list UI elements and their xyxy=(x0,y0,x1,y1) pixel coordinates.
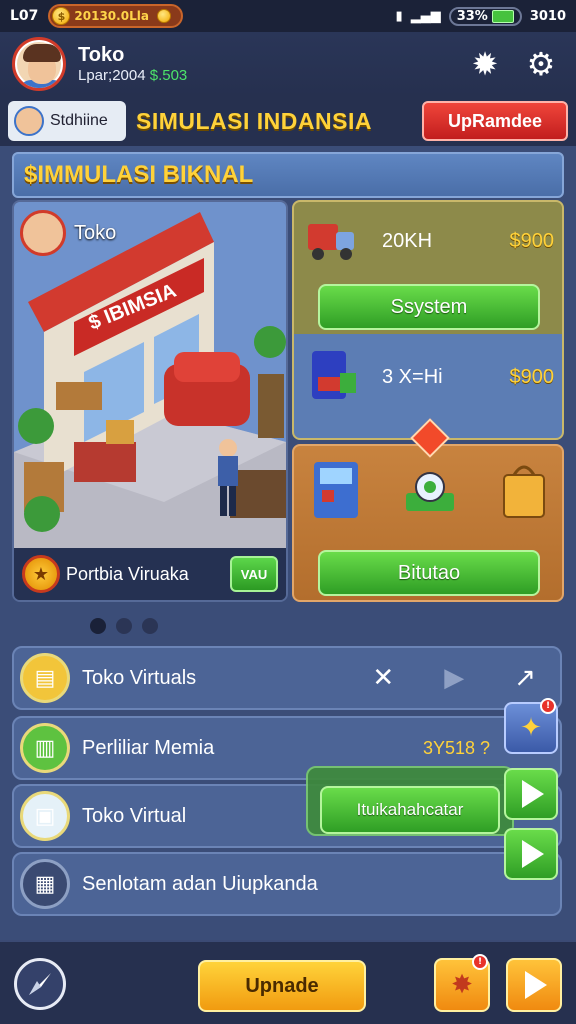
item-price: $900 xyxy=(509,229,555,252)
store-name: Toko xyxy=(74,221,117,244)
status-left-text: L07 xyxy=(10,8,39,24)
coin-balance-text: 20130.0Lla xyxy=(74,9,149,23)
play-icon xyxy=(522,840,544,868)
medal-icon: ★ xyxy=(22,555,60,593)
store-header: Toko xyxy=(20,210,116,256)
shop-item-row[interactable]: 3 X=Hi $900 xyxy=(294,351,562,402)
scene-footer-label: Portbia Viruaka xyxy=(66,563,189,584)
compass-icon[interactable] xyxy=(14,958,66,1010)
upgrade-button[interactable]: UpRamdee xyxy=(422,101,568,141)
next-button[interactable] xyxy=(506,958,562,1012)
list-item[interactable]: ▤ Toko Virtuals ✕ ▶ ↗ xyxy=(12,646,562,710)
close-icon[interactable]: ✕ xyxy=(372,663,394,693)
scene-footer: ★ Portbia Viruaka VAU xyxy=(14,548,286,600)
coin-balance-pill: $ 20130.0Lla xyxy=(48,4,183,28)
vau-button[interactable]: VAU xyxy=(230,556,278,592)
sim-icon: ▮ xyxy=(395,8,403,24)
item-price: $900 xyxy=(509,365,555,388)
system-button[interactable]: Ssystem xyxy=(318,284,540,330)
player-avatar[interactable] xyxy=(12,37,66,91)
profile-tab-label: Stdhiine xyxy=(50,112,108,129)
store-scene-card[interactable]: $ IBIMSIA Toko ★ Portbia Viruaka VAU xyxy=(12,200,288,602)
map-pin-button[interactable]: ✸ ! xyxy=(434,954,490,1012)
machine-icon xyxy=(306,351,360,402)
list-item-label: Perliliar Memia xyxy=(82,736,215,759)
next-arrow-icon xyxy=(525,971,547,999)
pager-dot[interactable] xyxy=(90,618,106,634)
play-icon xyxy=(522,780,544,808)
build-button[interactable]: Bitutao xyxy=(318,550,540,596)
list-item[interactable]: ▦ Senlotam adan Uiupkanda xyxy=(12,852,562,916)
section-banner: $IMMULASI BIKNAL xyxy=(12,152,564,198)
crate-icon: ▦ xyxy=(20,859,70,909)
pin-button[interactable]: ✦ ! xyxy=(504,698,558,754)
list-item-value: 3Y518 ? xyxy=(422,737,490,758)
box-icon: ▣ xyxy=(20,791,70,841)
battery-percent: 33% xyxy=(456,8,488,24)
pager-dots xyxy=(90,618,158,634)
notification-badge: ! xyxy=(540,698,556,714)
shop-items-card: 20KH $900 Ssystem 3 X=Hi $900 xyxy=(292,200,564,440)
store-owner-avatar xyxy=(20,210,66,256)
player-header: Toko Lpar;2004 $.503 ✹ ⚙ xyxy=(0,32,576,96)
play-button[interactable] xyxy=(504,828,558,880)
signal-text: 3010 xyxy=(529,8,566,24)
profile-tab[interactable]: Stdhiine xyxy=(8,101,126,141)
cog-icon[interactable]: ⚙ xyxy=(524,45,558,83)
upgrade-main-button[interactable]: Upnade xyxy=(198,960,366,1012)
player-info: Toko Lpar;2004 $.503 xyxy=(78,44,187,84)
delivery-truck-icon xyxy=(306,216,360,266)
play-arrow-icon[interactable]: ▶ xyxy=(444,663,464,693)
notification-badge: ! xyxy=(472,954,488,970)
vending-machine-icon xyxy=(314,462,358,518)
coin-icon: $ xyxy=(52,7,71,25)
item-label: 20KH xyxy=(382,229,433,252)
signal-bars-icon: ▂▄▆ xyxy=(410,8,441,24)
status-bar: L07 $ 20130.0Lla ▮ ▂▄▆ 33% 3010 xyxy=(0,0,576,32)
cake-icon: ▥ xyxy=(20,723,70,773)
globe-device-icon xyxy=(406,472,454,511)
equipment-card: Bitutao xyxy=(292,444,564,602)
hint-action-button[interactable]: Ituikahahcatar xyxy=(320,786,500,834)
list-item-label: Toko Virtuals xyxy=(82,666,197,689)
list-item-label: Toko Virtual xyxy=(82,804,187,827)
pencil-icon[interactable]: ↗ xyxy=(514,663,536,693)
battery-icon xyxy=(491,9,514,23)
cash-stack-icon: ▤ xyxy=(20,653,70,703)
shopping-bag-icon xyxy=(503,465,545,518)
battery-pill: 33% xyxy=(448,6,522,26)
item-label: 3 X=Hi xyxy=(382,365,443,388)
pager-dot[interactable] xyxy=(142,618,158,634)
bottom-bar: Upnade ✸ ! xyxy=(0,940,576,1024)
profile-avatar-icon xyxy=(14,106,44,136)
bell-icon: ✸ xyxy=(451,970,473,1000)
title-bar: Stdhiine SIMULASI INDANSIA UpRamdee xyxy=(0,96,576,146)
player-money: Lpar;2004 $.503 xyxy=(78,67,187,84)
pager-dot[interactable] xyxy=(116,618,132,634)
coin-small-icon xyxy=(156,9,171,23)
pin-icon: ✦ xyxy=(520,713,542,743)
list-item-label: Senlotam adan Uiupkanda xyxy=(82,872,318,895)
money-value: $.503 xyxy=(149,67,188,84)
money-prefix: Lpar;2004 xyxy=(78,67,146,84)
settings-gear-icon[interactable]: ✹ xyxy=(468,45,502,83)
play-button[interactable] xyxy=(504,768,558,820)
shop-item-row[interactable]: 20KH $900 xyxy=(294,216,562,266)
player-name: Toko xyxy=(78,44,125,66)
game-title: SIMULASI INDANSIA xyxy=(136,107,372,134)
